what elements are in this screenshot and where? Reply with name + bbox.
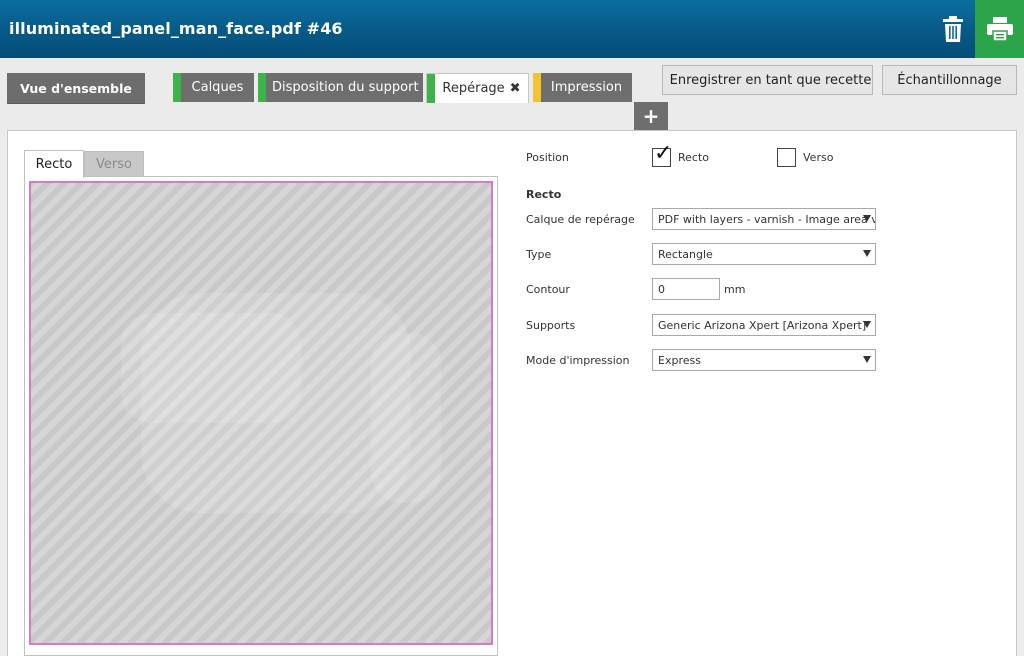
- media-select-value: Generic Arizona Xpert [Arizona Xpert]: [658, 318, 867, 332]
- sampling-label: Échantillonnage: [897, 72, 1002, 88]
- chevron-down-icon: [863, 215, 871, 222]
- type-label: Type: [526, 248, 552, 261]
- status-marker: [533, 73, 541, 102]
- preview-shape: [371, 333, 441, 503]
- type-select-value: Rectangle: [658, 247, 713, 261]
- media-select[interactable]: Generic Arizona Xpert [Arizona Xpert]: [652, 314, 876, 336]
- tab-layers-label: Calques: [191, 80, 244, 95]
- contour-input[interactable]: [652, 278, 720, 300]
- chevron-down-icon: [863, 356, 871, 363]
- tab-registration-content: Repérage ✖: [435, 81, 528, 96]
- title-bar: illuminated_panel_man_face.pdf #46: [0, 0, 1024, 58]
- tab-layers[interactable]: Calques: [173, 73, 254, 102]
- type-select[interactable]: Rectangle: [652, 243, 876, 265]
- printer-icon: [986, 17, 1013, 41]
- preview-tab-recto-label: Recto: [35, 157, 73, 172]
- status-marker: [258, 73, 266, 102]
- chevron-down-icon: [863, 321, 871, 328]
- status-marker: [173, 73, 181, 102]
- verso-checkbox[interactable]: [777, 148, 796, 167]
- checkmark-icon: ✓: [654, 141, 673, 166]
- print-mode-label: Mode d'impression: [526, 354, 630, 367]
- tab-overview[interactable]: Vue d'ensemble: [7, 73, 145, 103]
- trash-icon: [942, 16, 963, 42]
- save-as-recipe-button[interactable]: Enregistrer en tant que recette: [662, 65, 873, 95]
- section-title: Recto: [526, 188, 562, 201]
- layer-select[interactable]: PDF with layers - varnish - Image area v…: [652, 208, 876, 230]
- tab-printing-label: Impression: [550, 80, 623, 95]
- verso-option-label: Verso: [803, 151, 834, 164]
- close-icon[interactable]: ✖: [510, 81, 521, 96]
- tab-media-layout-label: Disposition du support: [272, 80, 419, 95]
- plus-icon: +: [642, 104, 660, 128]
- contour-unit: mm: [724, 283, 746, 296]
- preview-canvas: [29, 181, 493, 645]
- add-tab-button[interactable]: +: [634, 102, 668, 130]
- print-mode-select[interactable]: Express: [652, 349, 876, 371]
- chevron-down-icon: [863, 250, 871, 257]
- recto-checkbox[interactable]: ✓: [652, 143, 672, 167]
- tab-overview-label: Vue d'ensemble: [20, 80, 132, 96]
- preview-frame: [24, 176, 498, 656]
- sampling-button[interactable]: Échantillonnage: [882, 65, 1017, 95]
- tab-registration[interactable]: Repérage ✖: [426, 73, 529, 103]
- print-mode-select-value: Express: [658, 353, 701, 367]
- print-button[interactable]: [975, 0, 1024, 58]
- media-label: Supports: [526, 319, 576, 332]
- tab-media-layout[interactable]: Disposition du support: [258, 73, 423, 102]
- save-as-recipe-label: Enregistrer en tant que recette: [669, 72, 872, 88]
- recto-option-label: Recto: [678, 151, 710, 164]
- preview-tab-verso-label: Verso: [96, 156, 132, 172]
- layer-label: Calque de repérage: [526, 213, 635, 226]
- preview-tab-recto[interactable]: Recto: [24, 150, 84, 178]
- preview-tab-verso[interactable]: Verso: [84, 151, 144, 177]
- position-label: Position: [526, 151, 569, 164]
- layer-select-value: PDF with layers - varnish - Image area v…: [658, 212, 875, 226]
- tab-printing[interactable]: Impression: [533, 73, 632, 102]
- contour-label: Contour: [526, 283, 570, 296]
- registration-panel: Recto Verso Position ✓ Recto Verso Recto…: [7, 130, 1017, 656]
- delete-button[interactable]: [930, 0, 975, 58]
- status-marker: [427, 74, 435, 103]
- document-title: illuminated_panel_man_face.pdf #46: [9, 19, 343, 38]
- tab-registration-label: Repérage: [442, 81, 505, 96]
